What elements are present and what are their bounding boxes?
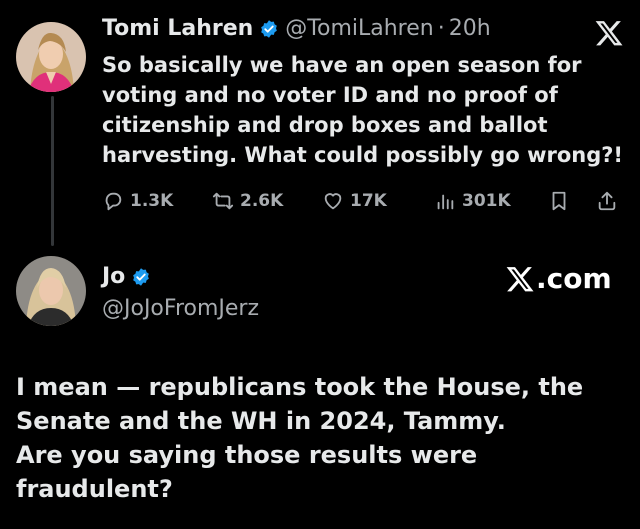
like-count: 17K (350, 191, 387, 211)
author-handle[interactable]: @JoJoFromJerz (102, 296, 259, 321)
x-logo-icon (506, 266, 534, 291)
timestamp[interactable]: 20h (449, 16, 491, 41)
bookmark-icon (552, 191, 566, 211)
reply-icon (105, 192, 122, 211)
tweet-header: Tomi Lahren @TomiLahren · 20h (102, 16, 491, 41)
brand-text: .com (536, 262, 612, 295)
verified-badge-icon (259, 19, 279, 39)
thread-connector-line (51, 96, 54, 246)
views-button[interactable]: 301K (434, 186, 511, 216)
retweet-icon (212, 192, 234, 210)
tweet-header: Jo (102, 264, 151, 289)
avatar[interactable] (16, 22, 86, 92)
bookmark-button[interactable] (548, 186, 570, 216)
reply-text-line: I mean — republicans took the House, the (16, 373, 584, 401)
x-logo-icon[interactable] (594, 18, 624, 48)
retweet-count: 2.6K (240, 191, 284, 211)
views-count: 301K (462, 191, 511, 211)
author-name[interactable]: Tomi Lahren (102, 16, 253, 41)
share-icon (598, 191, 616, 211)
share-button[interactable] (596, 186, 618, 216)
reply-text-line: Are you saying those results were (16, 441, 478, 469)
avatar[interactable] (16, 256, 86, 326)
reply-count: 1.3K (130, 191, 174, 211)
author-name[interactable]: Jo (102, 264, 125, 289)
views-chart-icon (437, 194, 454, 210)
heart-icon (324, 193, 342, 210)
tweet-text: So basically we have an open season for … (102, 53, 624, 167)
verified-badge-icon (131, 267, 151, 287)
reply-tweet-text: I mean — republicans took the House, the… (16, 370, 626, 506)
like-button[interactable]: 17K (322, 186, 387, 216)
x-com-watermark: .com (505, 262, 612, 295)
retweet-button[interactable]: 2.6K (212, 186, 283, 216)
reply-text-line: fraudulent? (16, 475, 173, 503)
reply-button[interactable]: 1.3K (102, 186, 173, 216)
reply-text-line: Senate and the WH in 2024, Tammy. (16, 407, 506, 435)
separator-dot: · (437, 16, 445, 41)
tweet-action-bar: 1.3K 2.6K 17K 301K (102, 186, 622, 216)
author-handle[interactable]: @TomiLahren (285, 16, 433, 41)
